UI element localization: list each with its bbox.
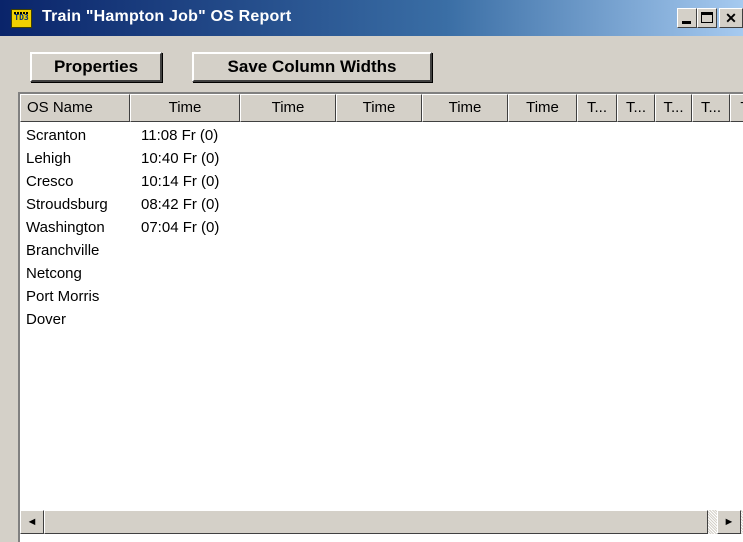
column-header-time-truncated[interactable]: T... xyxy=(617,94,655,122)
os-report-list[interactable]: OS Name Time Time Time Time Time T... T.… xyxy=(18,92,743,542)
table-row[interactable]: Port Morris xyxy=(20,285,720,308)
save-column-widths-button[interactable]: Save Column Widths xyxy=(192,52,432,82)
time-cell: 10:40 Fr (0) xyxy=(141,150,220,167)
column-header-time[interactable]: Time xyxy=(240,94,336,122)
column-header-time-truncated[interactable]: T xyxy=(730,94,743,122)
os-name-cell: Cresco xyxy=(26,173,74,190)
column-header-time[interactable]: Time xyxy=(336,94,422,122)
os-report-window: TD3 Train "Hampton Job" OS Report ✕ Prop… xyxy=(0,0,743,542)
column-header-time-truncated[interactable]: T... xyxy=(577,94,617,122)
time-cell: 07:04 Fr (0) xyxy=(141,219,220,236)
time-cell: 11:08 Fr (0) xyxy=(141,127,219,144)
os-name-cell: Dover xyxy=(26,311,67,328)
os-name-cell: Scranton xyxy=(26,127,87,144)
close-button[interactable]: ✕ xyxy=(719,8,743,28)
table-row[interactable]: Branchville xyxy=(20,239,720,262)
os-name-cell: Branchville xyxy=(26,242,100,259)
maximize-button[interactable] xyxy=(697,8,717,28)
scrollbar-thumb[interactable] xyxy=(44,510,708,534)
list-header: OS Name Time Time Time Time Time T... T.… xyxy=(20,94,743,122)
scroll-left-button[interactable]: ◄ xyxy=(20,510,44,534)
maximize-icon xyxy=(701,12,713,23)
os-name-cell: Lehigh xyxy=(26,150,72,167)
arrow-right-icon: ► xyxy=(723,516,735,528)
table-row[interactable]: Dover xyxy=(20,308,720,331)
column-header-time-truncated[interactable]: T... xyxy=(692,94,730,122)
os-name-cell: Stroudsburg xyxy=(26,196,108,213)
arrow-left-icon: ◄ xyxy=(26,516,38,528)
table-row[interactable]: Stroudsburg 08:42 Fr (0) xyxy=(20,193,720,216)
horizontal-scrollbar[interactable]: ◄ ► xyxy=(20,510,743,534)
os-name-cell: Netcong xyxy=(26,265,82,282)
time-cell: 08:42 Fr (0) xyxy=(141,196,220,213)
table-row[interactable]: Scranton 11:08 Fr (0) xyxy=(20,124,720,147)
toolbar: Properties Save Column Widths xyxy=(0,36,743,88)
time-cell: 10:14 Fr (0) xyxy=(141,173,220,190)
column-header-time-truncated[interactable]: T... xyxy=(655,94,692,122)
td3-app-icon[interactable]: TD3 xyxy=(11,9,32,28)
column-header-time[interactable]: Time xyxy=(508,94,577,122)
column-header-time[interactable]: Time xyxy=(130,94,240,122)
properties-button[interactable]: Properties xyxy=(30,52,162,82)
column-header-time[interactable]: Time xyxy=(422,94,508,122)
title-bar[interactable]: TD3 Train "Hampton Job" OS Report ✕ xyxy=(0,0,743,36)
os-name-cell: Port Morris xyxy=(26,288,100,305)
table-row[interactable]: Netcong xyxy=(20,262,720,285)
window-title: Train "Hampton Job" OS Report xyxy=(42,8,292,25)
table-row[interactable]: Washington 07:04 Fr (0) xyxy=(20,216,720,239)
app-icon-label: TD3 xyxy=(14,13,29,22)
scroll-right-button[interactable]: ► xyxy=(717,510,741,534)
minimize-button[interactable] xyxy=(677,8,697,28)
table-row[interactable]: Cresco 10:14 Fr (0) xyxy=(20,170,720,193)
column-header-os-name[interactable]: OS Name xyxy=(20,94,130,122)
os-name-cell: Washington xyxy=(26,219,105,236)
close-icon: ✕ xyxy=(725,10,737,26)
table-row[interactable]: Lehigh 10:40 Fr (0) xyxy=(20,147,720,170)
minimize-icon xyxy=(682,21,691,24)
